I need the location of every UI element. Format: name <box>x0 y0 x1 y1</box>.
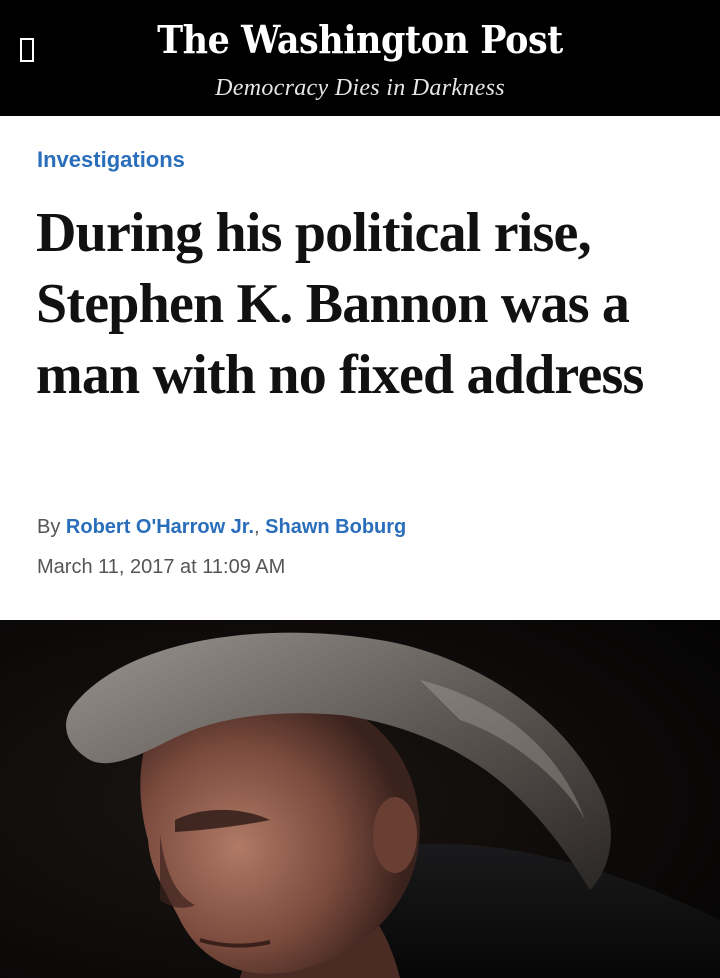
masthead: The Washington Post Democracy Dies in Da… <box>0 0 720 116</box>
byline-separator: , <box>254 516 260 538</box>
section-link[interactable]: Investigations <box>37 146 185 174</box>
site-tagline: Democracy Dies in Darkness <box>215 75 505 101</box>
byline-prefix: By <box>37 516 61 538</box>
article-page: The Washington Post Democracy Dies in Da… <box>0 0 720 978</box>
lead-photo <box>0 620 720 978</box>
author-link[interactable]: Robert O'Harrow Jr. <box>66 516 254 538</box>
byline: By Robert O'Harrow Jr., Shawn Boburg <box>37 514 406 540</box>
site-logo[interactable]: The Washington Post <box>29 18 691 62</box>
author-link[interactable]: Shawn Boburg <box>265 516 406 538</box>
article-headline: During his political rise, Stephen K. Ba… <box>36 202 644 406</box>
publish-timestamp: March 11, 2017 at 11:09 AM <box>37 556 286 578</box>
portrait-photo <box>0 620 720 978</box>
